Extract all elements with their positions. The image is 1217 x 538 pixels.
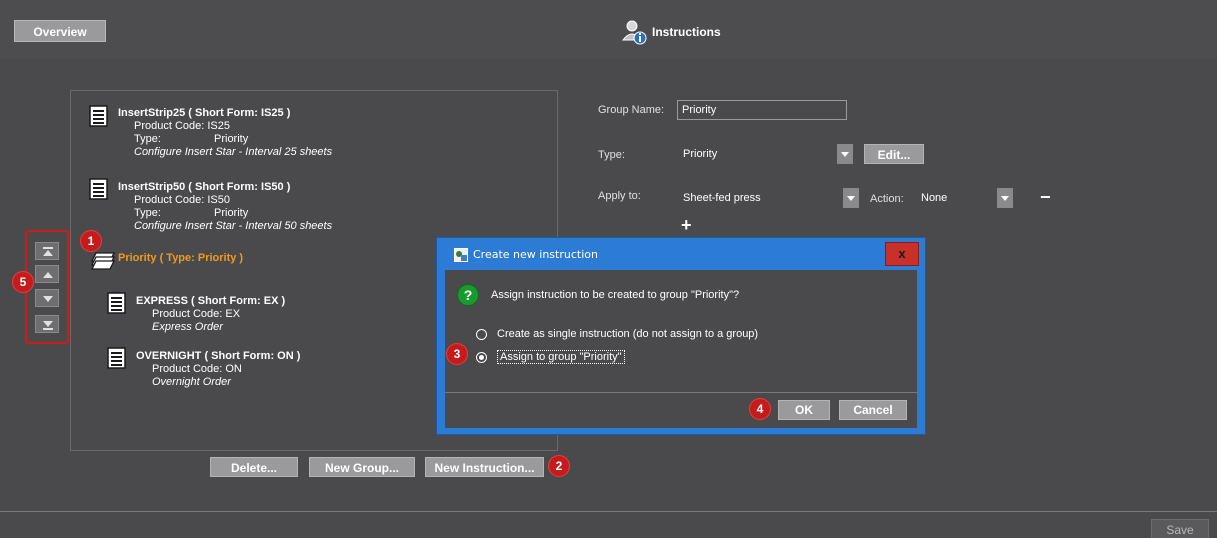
item-title: InsertStrip50 ( Short Form: IS50 ): [118, 181, 291, 193]
item-title: InsertStrip25 ( Short Form: IS25 ): [118, 107, 291, 119]
move-bottom-button[interactable]: [35, 315, 59, 333]
page-title: Instructions: [652, 25, 721, 39]
chevron-down-icon[interactable]: [837, 144, 853, 164]
footer-divider: [0, 511, 1217, 512]
move-top-button[interactable]: [35, 242, 59, 260]
delete-button[interactable]: Delete...: [210, 457, 298, 477]
callout-4: 4: [749, 398, 771, 420]
option-single-label: Create as single instruction (do not ass…: [497, 328, 759, 340]
type-dropdown[interactable]: Priority: [677, 144, 853, 164]
chevron-down-icon[interactable]: [997, 188, 1013, 208]
radio-assign-group[interactable]: [476, 351, 487, 363]
item-type-row: Type: Priority: [118, 133, 332, 146]
document-icon: [107, 347, 126, 369]
new-instruction-button[interactable]: New Instruction...: [425, 457, 544, 477]
overview-button[interactable]: Overview: [14, 20, 106, 42]
item-description: Configure Insert Star - Interval 25 shee…: [134, 146, 333, 158]
app-icon: [454, 248, 468, 262]
action-dropdown[interactable]: None: [915, 188, 1013, 208]
item-title: EXPRESS ( Short Form: EX ): [136, 295, 286, 307]
group-name-field[interactable]: Priority: [677, 100, 847, 120]
dialog-body: ? Assign instruction to be created to gr…: [445, 270, 917, 428]
callout-3: 3: [446, 343, 468, 365]
list-item[interactable]: OVERNIGHT ( Short Form: ON ) Product Cod…: [136, 350, 300, 389]
apply-to-label: Apply to:: [598, 190, 641, 202]
item-description: Express Order: [152, 321, 223, 333]
move-down-button[interactable]: [35, 289, 59, 307]
type-label: Type:: [598, 149, 625, 161]
action-label: Action:: [870, 193, 904, 205]
cancel-button[interactable]: Cancel: [839, 400, 907, 420]
instructions-icon: [621, 20, 647, 45]
dialog-question: Assign instruction to be created to grou…: [491, 289, 740, 301]
header-bar: Overview Instructions: [0, 0, 1217, 59]
edit-button[interactable]: Edit...: [864, 144, 924, 164]
item-type-row: Type: Priority: [118, 207, 332, 220]
group-name-label: Group Name:: [598, 104, 665, 116]
item-type-label: Type:: [134, 207, 161, 219]
remove-row-button[interactable]: −: [1040, 187, 1051, 208]
dialog-divider: [445, 392, 917, 393]
new-group-button[interactable]: New Group...: [309, 457, 415, 477]
action-value: None: [921, 192, 948, 204]
list-item[interactable]: InsertStrip25 ( Short Form: IS25 ) Produ…: [118, 107, 332, 159]
chevron-down-icon[interactable]: [843, 188, 859, 208]
type-dropdown-value: Priority: [683, 148, 718, 160]
item-description: Configure Insert Star - Interval 50 shee…: [134, 220, 333, 232]
callout-1: 1: [80, 230, 102, 252]
apply-to-value: Sheet-fed press: [683, 192, 761, 204]
document-icon: [107, 292, 126, 314]
question-icon: ?: [457, 284, 479, 306]
save-button[interactable]: Save: [1151, 519, 1209, 538]
option-single-instruction[interactable]: Create as single instruction (do not ass…: [476, 328, 758, 340]
option-assign-group[interactable]: Assign to group "Priority": [476, 350, 625, 364]
item-title: OVERNIGHT ( Short Form: ON ): [136, 350, 301, 362]
radio-single[interactable]: [476, 328, 487, 340]
close-button[interactable]: x: [885, 242, 919, 266]
item-type-value: Priority: [214, 207, 249, 219]
item-type-value: Priority: [214, 133, 249, 145]
group-stack-icon: [90, 252, 116, 270]
move-down-icon: [43, 296, 53, 302]
item-product-code: Product Code: IS50: [134, 194, 231, 206]
add-row-button[interactable]: +: [681, 215, 692, 236]
item-type-label: Type:: [134, 133, 161, 145]
callout-2: 2: [548, 455, 570, 477]
header-title-group: Instructions: [620, 18, 721, 46]
document-icon: [89, 178, 108, 200]
item-product-code: Product Code: ON: [152, 363, 242, 375]
move-up-icon: [43, 272, 53, 278]
dialog-titlebar[interactable]: Create new instruction x: [437, 238, 925, 270]
item-product-code: Product Code: EX: [152, 308, 241, 320]
group-item-priority[interactable]: Priority ( Type: Priority ): [118, 252, 243, 264]
dialog-title: Create new instruction: [473, 248, 598, 261]
list-item[interactable]: InsertStrip50 ( Short Form: IS50 ) Produ…: [118, 181, 332, 233]
apply-to-dropdown[interactable]: Sheet-fed press: [677, 188, 859, 208]
move-up-button[interactable]: [35, 265, 59, 283]
move-bottom-icon: [43, 321, 53, 330]
list-item[interactable]: EXPRESS ( Short Form: EX ) Product Code:…: [136, 295, 285, 334]
callout-5: 5: [12, 271, 34, 293]
ok-button[interactable]: OK: [778, 400, 830, 420]
item-description: Overnight Order: [152, 376, 231, 388]
document-icon: [89, 105, 108, 127]
move-top-icon: [43, 247, 53, 256]
create-instruction-dialog: Create new instruction x ? Assign instru…: [436, 237, 926, 435]
option-group-label: Assign to group "Priority": [497, 350, 625, 364]
item-product-code: Product Code: IS25: [134, 120, 231, 132]
